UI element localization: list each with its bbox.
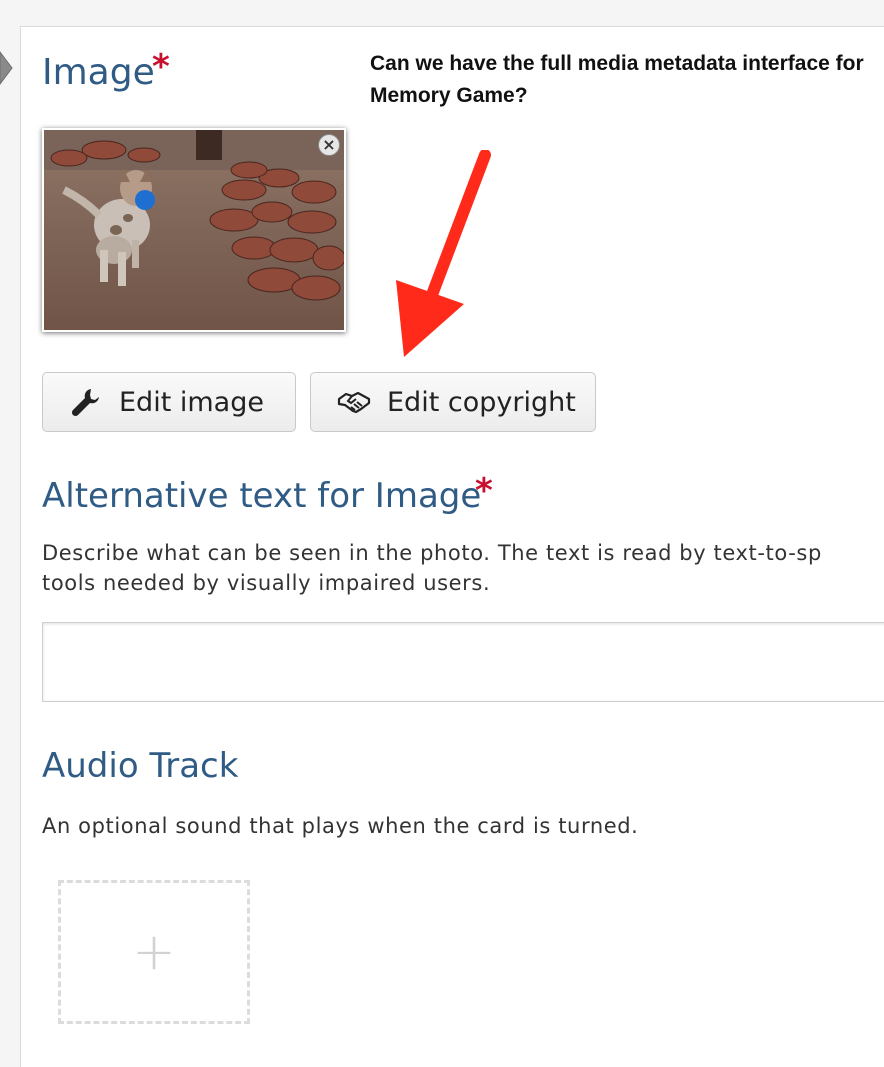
plus-icon: + [132,922,176,982]
required-asterisk: * [152,47,170,87]
edit-copyright-label: Edit copyright [387,386,576,418]
wrench-icon [71,389,99,417]
edit-copyright-button[interactable]: Edit copyright [310,372,596,432]
alt-text-input[interactable] [42,622,884,702]
collapse-arrow-icon[interactable] [0,48,14,88]
image-field-label: Image [42,52,155,93]
required-asterisk: * [475,471,493,511]
audio-track-description: An optional sound that plays when the ca… [42,814,639,838]
audio-track-label: Audio Track [42,746,239,786]
alt-text-label: Alternative text for Image [42,476,482,516]
edit-image-button[interactable]: Edit image [42,372,296,432]
image-thumbnail[interactable] [42,128,346,332]
handshake-icon [337,391,371,414]
annotation-note: Can we have the full media metadata inte… [370,52,864,107]
alt-text-description-line2: tools needed by visually impaired users. [42,571,491,595]
dog-photo [44,130,344,330]
add-audio-button[interactable]: + [58,880,250,1024]
annotation-arrow [396,150,491,357]
alt-text-description-line1: Describe what can be seen in the photo. … [42,541,822,565]
edit-image-label: Edit image [119,386,264,418]
remove-image-button[interactable]: × [318,134,340,156]
